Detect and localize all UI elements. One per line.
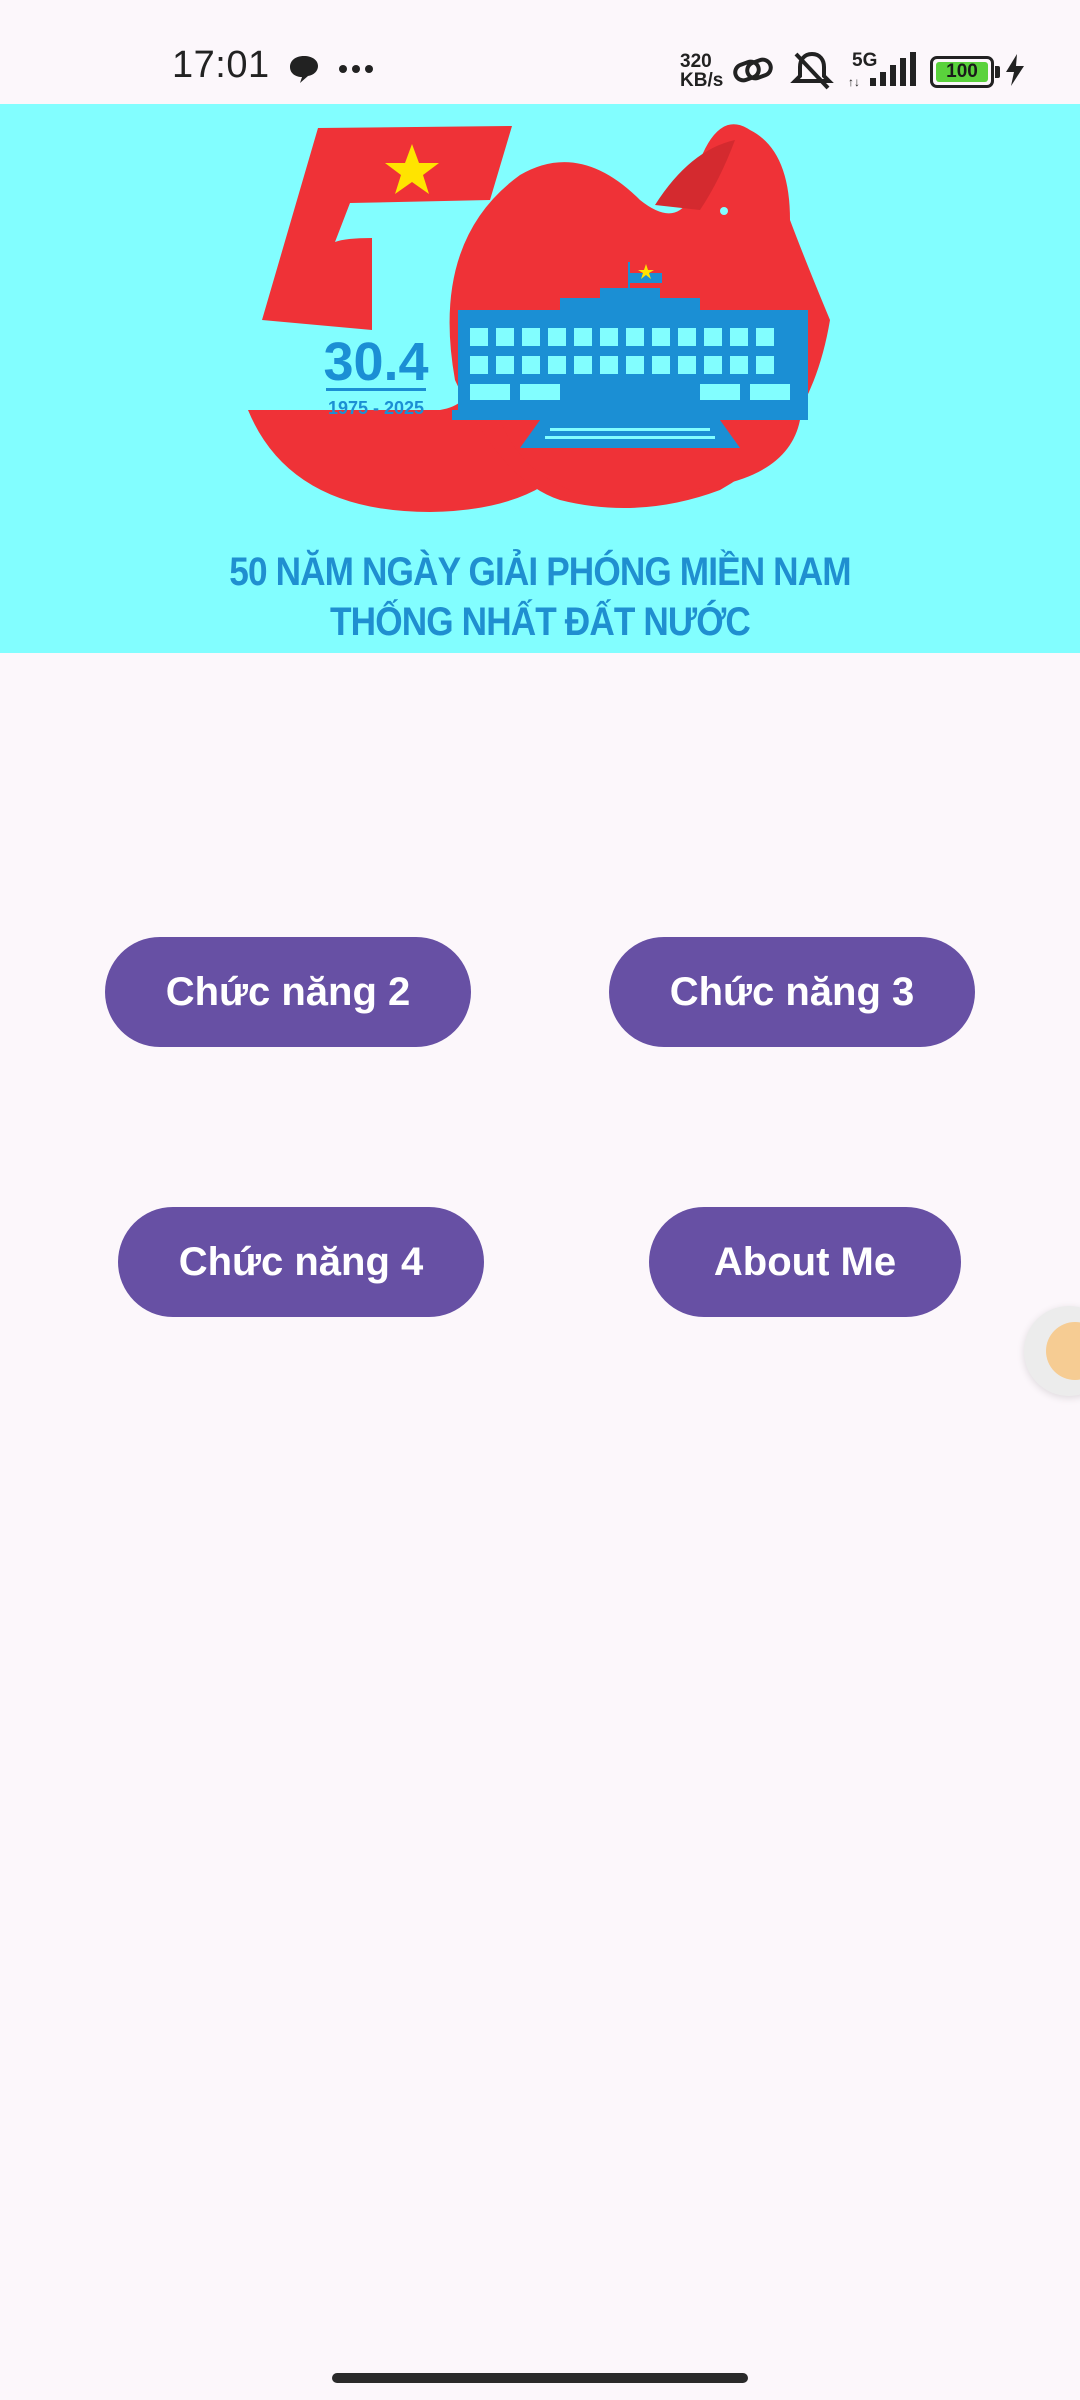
anniversary-banner: 30.4 1975 - 2025 50 NĂM NGÀY GIẢI PHÓNG … bbox=[0, 104, 1080, 653]
svg-text:↑↓: ↑↓ bbox=[848, 75, 860, 88]
feature-4-button[interactable]: Chức năng 4 bbox=[118, 1207, 484, 1317]
link-icon bbox=[733, 57, 773, 83]
feature-3-button[interactable]: Chức năng 3 bbox=[609, 937, 975, 1047]
more-dots-icon bbox=[339, 65, 373, 73]
gesture-nav-bar[interactable] bbox=[332, 2373, 748, 2383]
about-me-button[interactable]: About Me bbox=[649, 1207, 961, 1317]
signal-icon: ↑↓ bbox=[848, 52, 916, 88]
network-speed: 320 KB/s bbox=[680, 51, 724, 91]
banner-title-line1: 50 NĂM NGÀY GIẢI PHÓNG MIỀN NAM bbox=[229, 550, 851, 594]
badge-date: 30.4 bbox=[323, 332, 428, 392]
status-time: 17:01 bbox=[172, 44, 270, 86]
banner-title-line2: THỐNG NHẤT ĐẤT NƯỚC bbox=[330, 600, 751, 644]
battery-level: 100 bbox=[946, 61, 978, 82]
badge-years: 1975 - 2025 bbox=[328, 398, 424, 418]
mute-bell-icon bbox=[790, 51, 834, 90]
assistant-icon bbox=[1046, 1322, 1080, 1380]
chat-bubble-icon bbox=[290, 56, 318, 83]
feature-2-button[interactable]: Chức năng 2 bbox=[105, 937, 471, 1047]
battery-icon: 100 bbox=[930, 56, 1000, 88]
status-bar: 17:01 320 KB/s 5G ↑↓ 100 bbox=[0, 0, 1080, 104]
floating-assistant-bubble[interactable] bbox=[1024, 1306, 1080, 1396]
charging-icon bbox=[1006, 54, 1024, 86]
